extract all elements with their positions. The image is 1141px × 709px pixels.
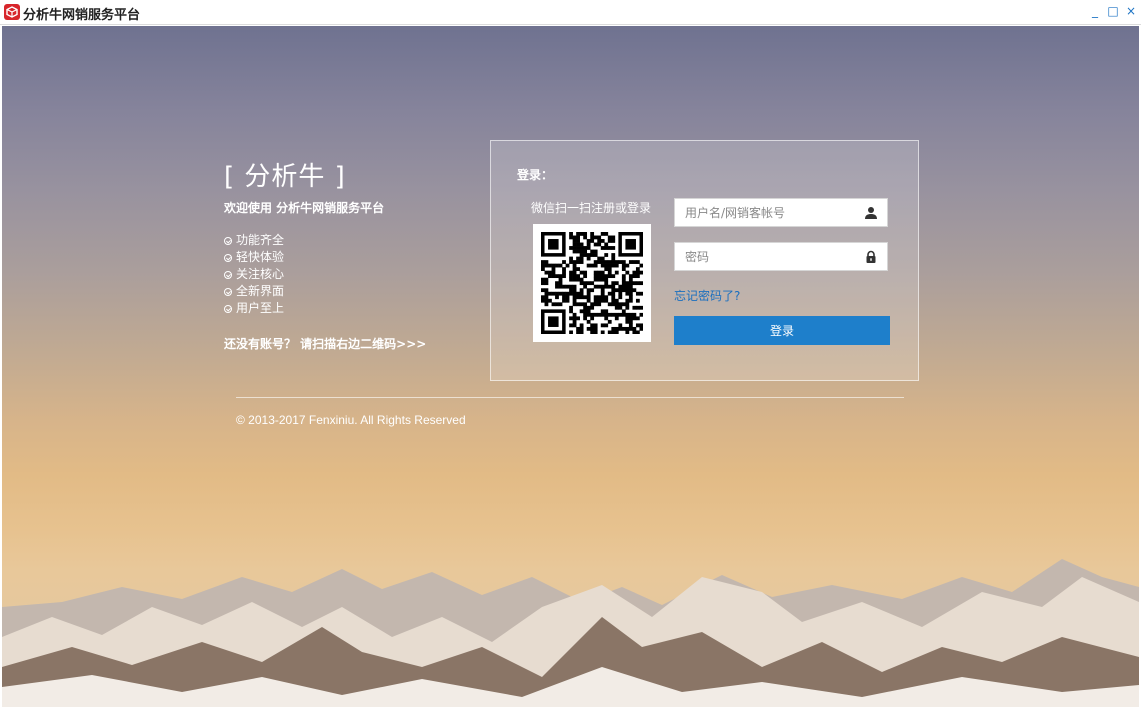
login-button[interactable]: 登录 bbox=[674, 316, 890, 345]
check-circle-icon bbox=[224, 253, 232, 262]
feature-item: 功能齐全 bbox=[224, 232, 284, 249]
feature-label: 用户至上 bbox=[236, 301, 285, 315]
feature-item: 关注核心 bbox=[224, 266, 284, 283]
feature-list: 功能齐全 轻快体验 关注核心 全新界面 用户至上 bbox=[224, 232, 284, 317]
qr-caption: 微信扫一扫注册或登录 bbox=[531, 201, 652, 215]
wechat-qr-code bbox=[533, 224, 651, 342]
window-title: 分析牛网销服务平台 bbox=[23, 8, 141, 23]
close-icon: × bbox=[1125, 4, 1137, 18]
feature-item: 用户至上 bbox=[224, 300, 284, 317]
maximize-icon: □ bbox=[1107, 4, 1119, 18]
maximize-button[interactable]: □ bbox=[1106, 4, 1120, 18]
footer-divider bbox=[236, 397, 904, 398]
copyright-text: © 2013-2017 Fenxiniu. All Rights Reserve… bbox=[236, 413, 466, 427]
minimize-icon: _ bbox=[1092, 4, 1098, 18]
check-circle-icon bbox=[224, 287, 232, 296]
title-bar: 分析牛网销服务平台 _ □ × bbox=[0, 0, 1141, 25]
check-circle-icon bbox=[224, 236, 232, 245]
check-circle-icon bbox=[224, 270, 232, 279]
feature-label: 功能齐全 bbox=[236, 233, 285, 247]
username-field[interactable] bbox=[674, 198, 888, 227]
password-input[interactable] bbox=[675, 243, 865, 270]
check-circle-icon bbox=[224, 304, 232, 313]
user-icon bbox=[865, 207, 877, 219]
feature-item: 全新界面 bbox=[224, 283, 284, 300]
feature-label: 全新界面 bbox=[236, 284, 285, 298]
app-logo-icon bbox=[4, 4, 20, 20]
forgot-password-link[interactable]: 忘记密码了? bbox=[674, 287, 740, 304]
close-button[interactable]: × bbox=[1124, 4, 1138, 18]
feature-label: 关注核心 bbox=[236, 267, 285, 281]
username-input[interactable] bbox=[675, 199, 865, 226]
qr-code-image bbox=[541, 232, 643, 334]
login-background: [ 分析牛 ] 欢迎使用 分析牛网销服务平台 功能齐全 轻快体验 关注核心 全新… bbox=[2, 26, 1139, 707]
login-panel: 登录： 微信扫一扫注册或登录 忘记密码了? 登录 bbox=[490, 140, 919, 381]
mountain-range-image bbox=[2, 559, 1139, 707]
login-title: 登录： bbox=[517, 168, 554, 182]
minimize-button[interactable]: _ bbox=[1088, 4, 1102, 18]
feature-label: 轻快体验 bbox=[236, 250, 285, 264]
feature-item: 轻快体验 bbox=[224, 249, 284, 266]
brand-title: [ 分析牛 ] bbox=[224, 162, 346, 192]
lock-icon bbox=[866, 250, 876, 263]
welcome-text: 欢迎使用 分析牛网销服务平台 bbox=[224, 201, 385, 215]
password-field[interactable] bbox=[674, 242, 888, 271]
signup-hint-link[interactable]: 还没有账号？ 请扫描右边二维码>>> bbox=[224, 335, 426, 352]
